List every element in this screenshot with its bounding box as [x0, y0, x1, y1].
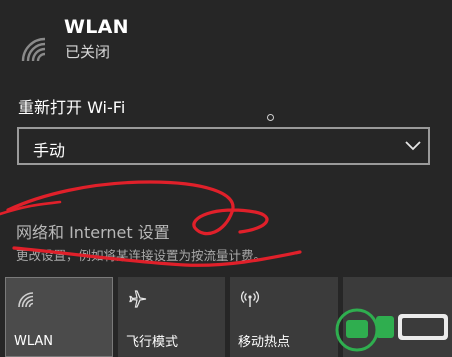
- wifi-off-icon: [21, 37, 46, 62]
- tile-label: WLAN: [14, 334, 54, 349]
- tile-label: 移动热点: [238, 335, 291, 350]
- airplane-icon: [129, 290, 147, 308]
- dropdown-selected-value: 手动: [33, 141, 66, 160]
- tile-label: 飞行模式: [126, 335, 179, 350]
- wlan-title: WLAN: [64, 16, 129, 38]
- reopen-wifi-label: 重新打开 Wi-Fi: [18, 98, 126, 117]
- reopen-wifi-dropdown[interactable]: 手动: [17, 127, 430, 165]
- tile-wlan[interactable]: WLAN: [5, 277, 113, 357]
- network-settings-description: 更改设置，例如将某连接设置为按流量计费。: [16, 248, 267, 263]
- tile-extra[interactable]: [343, 277, 452, 357]
- wifi-icon: [18, 292, 34, 308]
- chevron-down-icon: [405, 141, 421, 151]
- hotspot-icon: [240, 291, 260, 307]
- cursor-dot: [267, 114, 274, 121]
- tile-airplane-mode[interactable]: 飞行模式: [118, 277, 225, 357]
- tile-mobile-hotspot[interactable]: 移动热点: [230, 277, 338, 357]
- network-internet-settings-link[interactable]: 网络和 Internet 设置: [16, 219, 170, 243]
- wlan-status: 已关闭: [65, 43, 111, 61]
